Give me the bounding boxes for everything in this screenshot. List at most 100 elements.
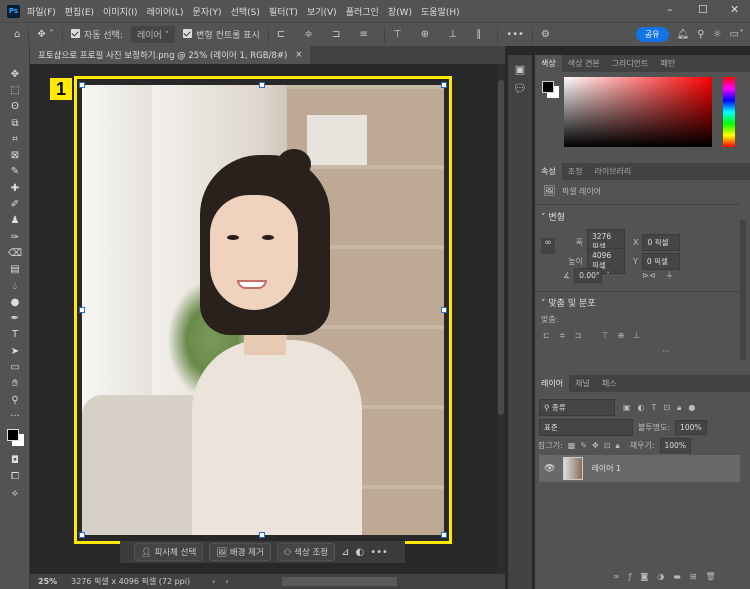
transform-handle[interactable] xyxy=(441,307,447,313)
menu-layer[interactable]: 레이어(L) xyxy=(147,5,184,18)
angle-dropdown-icon[interactable]: ˅ xyxy=(606,271,610,280)
crop-tool-icon[interactable]: ⌗ xyxy=(0,131,30,147)
tab-gradients[interactable]: 그라디언트 xyxy=(606,55,655,72)
opacity-input[interactable]: 100% xyxy=(675,420,707,435)
lightbulb-icon[interactable]: ☼ xyxy=(713,29,722,40)
align-buttons[interactable]: ⊏≑⊐ ⊤⊕⊥ xyxy=(543,331,649,340)
properties-scrollbar[interactable] xyxy=(740,220,746,360)
tab-paths[interactable]: 패스 xyxy=(596,375,623,392)
screen-mode-icon[interactable]: ⧠ xyxy=(0,469,30,485)
eraser-tool-icon[interactable]: ⌫ xyxy=(0,245,30,261)
pen-tool-icon[interactable]: ✒ xyxy=(0,310,30,326)
lasso-tool-icon[interactable]: ʘ xyxy=(0,99,30,115)
color-swatches[interactable] xyxy=(0,425,29,453)
transform-handle[interactable] xyxy=(441,532,447,538)
transform-handle[interactable] xyxy=(259,532,265,538)
tab-layers[interactable]: 레이어 xyxy=(535,375,570,392)
healing-tool-icon[interactable]: ✚ xyxy=(0,180,30,196)
layer-name[interactable]: 레이어 1 xyxy=(591,463,621,474)
maximize-icon[interactable]: ☐ xyxy=(698,3,708,16)
stamp-tool-icon[interactable]: ♟ xyxy=(0,213,30,229)
color-adjust-button[interactable]: ⚇ 색상 조정 xyxy=(276,543,336,561)
close-window-icon[interactable]: ✕ xyxy=(730,3,739,16)
zoom-tool-icon[interactable]: ⚲ xyxy=(0,392,30,408)
zoom-level[interactable]: 25% xyxy=(38,577,57,586)
show-transform-checkbox[interactable]: 변형 컨트롤 표시 xyxy=(183,28,260,41)
history-panel-icon[interactable]: ▣ xyxy=(508,63,532,76)
scroll-left-icon[interactable]: ‹ xyxy=(225,577,228,586)
gradient-tool-icon[interactable]: ▤ xyxy=(0,262,30,278)
tab-color[interactable]: 색상 xyxy=(535,55,562,72)
flip-vertical-icon[interactable]: ⏚ xyxy=(666,270,674,281)
move-tool-icon[interactable]: ✥ xyxy=(0,66,30,82)
layer-filter-icons[interactable]: ▣◐T⊡🔒︎● xyxy=(623,403,702,413)
generative-icon[interactable]: ⟡ xyxy=(0,485,30,501)
path-select-tool-icon[interactable]: ➤ xyxy=(0,343,30,359)
brush-tool-icon[interactable]: ✐ xyxy=(0,196,30,212)
transform-handle[interactable] xyxy=(79,82,85,88)
frame-tool-icon[interactable]: ⊠ xyxy=(0,147,30,163)
hand-tool-icon[interactable]: ✋︎ xyxy=(0,376,30,392)
tab-libraries[interactable]: 라이브러리 xyxy=(588,163,637,180)
more-align-options[interactable]: ··· xyxy=(662,347,670,356)
visibility-eye-icon[interactable]: 👁︎ xyxy=(544,464,555,474)
more-tools-icon[interactable]: ··· xyxy=(0,408,30,424)
foreground-color[interactable] xyxy=(542,81,554,93)
align-section-header[interactable]: ˅ 맞춤 및 분포 xyxy=(541,296,596,309)
transform-section-header[interactable]: ˅ 변형 xyxy=(541,210,565,223)
quick-mask-icon[interactable]: ◘ xyxy=(0,453,30,469)
layer-filter-dropdown[interactable]: ⚲ 종류 xyxy=(539,399,615,416)
blend-mode-dropdown[interactable]: 표준 xyxy=(539,419,633,436)
object-select-tool-icon[interactable]: ⧉ xyxy=(0,115,30,131)
y-input[interactable]: 0 픽셀 xyxy=(641,252,680,270)
flip-horizontal-icon[interactable]: ⊳⊲ xyxy=(642,271,655,280)
layer-select-dropdown[interactable]: 레이어 ˅ xyxy=(130,26,176,43)
comments-panel-icon[interactable]: 💬︎ xyxy=(508,82,532,95)
menu-type[interactable]: 문자(Y) xyxy=(192,5,221,18)
horizontal-scroll-thumb[interactable] xyxy=(282,577,397,586)
minimize-icon[interactable]: – xyxy=(667,3,673,16)
vertical-scroll-thumb[interactable] xyxy=(498,80,504,415)
menu-help[interactable]: 도움말(H) xyxy=(421,5,460,18)
menu-plugins[interactable]: 플러그인 xyxy=(346,5,379,18)
history-brush-icon[interactable]: ✑ xyxy=(0,229,30,245)
transform-handle[interactable] xyxy=(259,82,265,88)
layers-footer-icons[interactable]: ∞ƒ◙◑▬⊞🗑︎ xyxy=(613,572,725,581)
menu-image[interactable]: 이미지(I) xyxy=(103,5,138,18)
menu-select[interactable]: 선택(S) xyxy=(231,5,260,18)
move-tool-icon[interactable]: ✥ ˅ xyxy=(37,29,54,40)
status-chevron-icon[interactable]: › xyxy=(212,577,215,586)
tab-swatches[interactable]: 색상 견본 xyxy=(562,55,606,72)
transform-handle[interactable] xyxy=(79,307,85,313)
more-options-icon[interactable]: ••• xyxy=(506,29,524,40)
shape-tool-icon[interactable]: ▭ xyxy=(0,359,30,375)
distribute-icons[interactable]: ⊤ ⊕ ⊥ ∥ xyxy=(393,29,489,40)
auto-select-checkbox[interactable]: 자동 선택: xyxy=(70,28,123,41)
angle-input[interactable]: 0.00° xyxy=(574,268,603,283)
link-icon[interactable]: ∞ xyxy=(541,238,555,254)
tab-properties[interactable]: 속성 xyxy=(535,163,562,180)
tab-adjustments[interactable]: 조정 xyxy=(562,163,589,180)
menu-file[interactable]: 파일(F) xyxy=(27,5,56,18)
remove-background-button[interactable]: 🖼︎ 배경 제거 xyxy=(209,543,271,561)
select-subject-button[interactable]: 👤︎ 피사체 선택 xyxy=(134,543,204,561)
dodge-tool-icon[interactable]: ● xyxy=(0,294,30,310)
transform-handle[interactable] xyxy=(441,82,447,88)
type-tool-icon[interactable]: T xyxy=(0,327,30,343)
share-button[interactable]: 공유 xyxy=(635,27,669,42)
lock-icons[interactable]: ▩✎✥⊡🔒︎ xyxy=(568,441,625,451)
foreground-color[interactable] xyxy=(7,428,19,441)
gear-icon[interactable]: ⚙ xyxy=(541,29,550,40)
color-picker-field[interactable] xyxy=(564,77,712,147)
transform-handle[interactable] xyxy=(79,532,85,538)
tab-channels[interactable]: 채널 xyxy=(569,375,596,392)
eyedropper-tool-icon[interactable]: ✎ xyxy=(0,164,30,180)
bell-icon[interactable]: 🔔︎ xyxy=(677,29,690,40)
tab-patterns[interactable]: 패턴 xyxy=(655,55,682,72)
document-tab[interactable]: 포토샵으로 프로필 사진 보정하기.png @ 25% (레이어 1, RGB/… xyxy=(30,46,311,64)
menu-window[interactable]: 창(W) xyxy=(388,5,412,18)
blur-tool-icon[interactable]: 💧︎ xyxy=(0,278,30,294)
menu-edit[interactable]: 편집(E) xyxy=(65,5,94,18)
more-icon[interactable]: ••• xyxy=(370,547,388,558)
hue-slider[interactable] xyxy=(723,77,735,147)
